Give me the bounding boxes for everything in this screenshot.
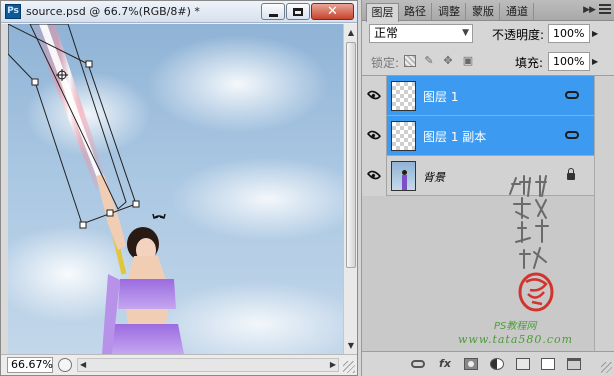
vertical-scrollbar[interactable]: ▲ ▼ — [343, 24, 357, 354]
tab-paths[interactable]: 路径 — [399, 3, 432, 21]
minimize-icon — [268, 13, 278, 17]
layer-name: 背景 — [423, 171, 445, 184]
canvas[interactable] — [8, 24, 343, 354]
horizontal-scrollbar[interactable]: ◀ ▶ — [77, 358, 339, 372]
blend-mode-select[interactable]: 正常 ▼ — [369, 24, 473, 43]
layer-list: 图层 1 图层 1 副本 背景 — [362, 75, 614, 352]
layer-thumbnail — [391, 121, 416, 151]
layer-list-scrollbar[interactable] — [594, 76, 614, 352]
tab-adjustments[interactable]: 调整 — [433, 3, 466, 21]
fill-slider-arrow-icon[interactable]: ▶ — [592, 57, 598, 66]
chevron-down-icon: ▼ — [462, 28, 469, 38]
panel-tab-bar: 图层 路径 调整 蒙版 通道 ▶▶ — [362, 0, 614, 22]
canvas-artwork — [8, 24, 184, 354]
opacity-slider-arrow-icon[interactable]: ▶ — [592, 29, 598, 38]
panel-collapse-icon[interactable]: ▶▶ — [583, 5, 596, 15]
eye-icon — [366, 167, 382, 183]
opacity-label: 不透明度: — [492, 28, 545, 42]
panel-resize-grip-icon[interactable] — [601, 362, 612, 373]
link-icon — [565, 91, 579, 99]
close-icon: ✕ — [327, 4, 338, 19]
window-resize-grip-icon[interactable] — [343, 361, 355, 373]
tab-channels[interactable]: 通道 — [501, 3, 534, 21]
zoom-level-field[interactable]: 66.67% — [7, 357, 53, 373]
document-statusbar: 66.67% ◀ ▶ — [1, 354, 357, 375]
scroll-up-arrow-icon[interactable]: ▲ — [345, 26, 357, 39]
thumbnail-figure — [402, 170, 407, 190]
minimize-button[interactable] — [261, 3, 285, 20]
panel-menu-icon[interactable] — [599, 4, 611, 16]
scroll-down-arrow-icon[interactable]: ▼ — [345, 339, 357, 352]
layer-thumbnail — [391, 161, 416, 191]
eye-icon — [366, 87, 382, 103]
scroll-right-arrow-icon[interactable]: ▶ — [330, 359, 336, 371]
eye-icon — [366, 127, 382, 143]
lock-position-icon[interactable]: ✥ — [442, 55, 454, 67]
layer-row[interactable]: 图层 1 — [362, 76, 594, 116]
vertical-scroll-thumb[interactable] — [346, 42, 356, 268]
layers-panel: 图层 路径 调整 蒙版 通道 ▶▶ 正常 ▼ 不透明度: 100% ▶ 锁定: … — [361, 0, 614, 376]
watermark-site: PS教程网 — [494, 321, 537, 332]
visibility-toggle[interactable] — [362, 156, 387, 196]
document-info-icon[interactable] — [58, 358, 72, 372]
layer-thumbnail — [391, 81, 416, 111]
fill-label: 填充: — [515, 56, 544, 70]
blend-mode-value: 正常 — [374, 26, 399, 40]
new-layer-icon[interactable] — [541, 358, 555, 370]
tab-masks[interactable]: 蒙版 — [467, 3, 500, 21]
layer-row[interactable]: 背景 — [362, 156, 594, 196]
new-group-icon[interactable] — [516, 358, 530, 370]
lock-all-icon[interactable]: ▣ — [462, 55, 474, 67]
close-button[interactable]: ✕ — [311, 3, 354, 20]
photoshop-app-icon: Ps — [5, 4, 21, 19]
rotate-cursor-icon — [152, 213, 166, 219]
fx-icon[interactable]: fx — [438, 358, 452, 370]
watermark-url: www.tata580.com — [458, 333, 574, 346]
visibility-toggle[interactable] — [362, 76, 387, 116]
opacity-field[interactable]: 100% — [548, 24, 590, 43]
panel-footer: fx — [362, 351, 614, 376]
lock-image-pixels-icon[interactable]: ✎ — [423, 55, 435, 67]
lock-transparent-pixels-icon[interactable] — [404, 55, 416, 67]
layer-name: 图层 1 — [423, 90, 459, 104]
maximize-icon — [293, 7, 303, 16]
lock-label: 锁定: — [371, 56, 400, 70]
delete-layer-icon[interactable] — [567, 358, 581, 370]
canvas-pasteboard — [1, 24, 8, 354]
link-icon — [565, 131, 579, 139]
lock-icon — [567, 168, 575, 180]
scroll-left-arrow-icon[interactable]: ◀ — [80, 359, 86, 371]
document-window: Ps source.psd @ 66.7%(RGB/8#) * ✕ ▲ ▼ 66… — [0, 0, 358, 376]
girl-figure — [96, 174, 184, 354]
visibility-toggle[interactable] — [362, 116, 387, 156]
maximize-button[interactable] — [286, 3, 310, 20]
adjustment-layer-icon[interactable] — [490, 358, 504, 370]
document-titlebar[interactable]: Ps source.psd @ 66.7%(RGB/8#) * ✕ — [1, 1, 357, 23]
layer-mask-icon[interactable] — [464, 358, 478, 370]
layer-row[interactable]: 图层 1 副本 — [362, 116, 594, 156]
layer-name: 图层 1 副本 — [423, 130, 487, 144]
fill-field[interactable]: 100% — [548, 52, 590, 71]
tab-layers[interactable]: 图层 — [366, 3, 399, 22]
document-title: source.psd @ 66.7%(RGB/8#) * — [26, 5, 200, 18]
link-layers-icon[interactable] — [411, 360, 425, 368]
